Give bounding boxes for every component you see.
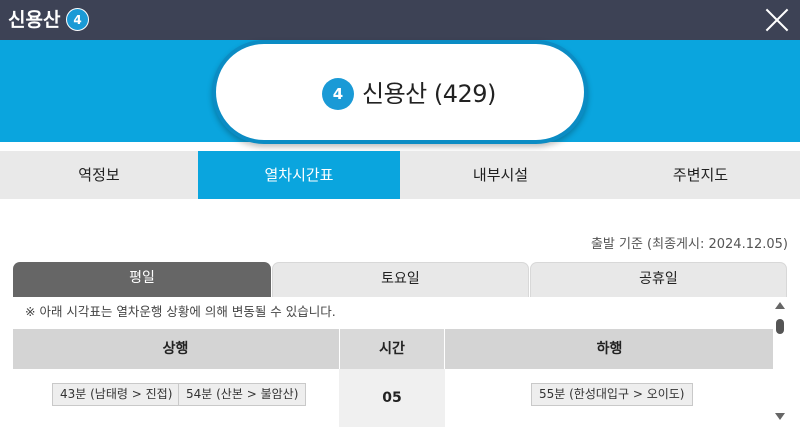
tab-saturday[interactable]: 토요일 (272, 262, 529, 297)
window-title: 신용산 (8, 9, 61, 31)
timetable-scrollbar[interactable] (773, 297, 787, 427)
station-name-pill: 4 신용산 (429) (212, 40, 588, 144)
station-header: 4 신용산 (429) (0, 40, 800, 144)
tab-nearby-map[interactable]: 주변지도 (601, 151, 800, 199)
header-down: 하행 (596, 341, 623, 357)
main-tabs: 역정보 열차시간표 내부시설 주변지도 (0, 151, 800, 199)
tab-weekday[interactable]: 평일 (13, 262, 271, 297)
departure-chip[interactable]: 54분 (산본 > 불암산) (178, 383, 307, 406)
station-name: 신용산 (429) (362, 80, 496, 108)
scroll-down-arrow-icon[interactable] (775, 413, 785, 420)
timetable-basis-text: 출발 기준 (최종게시: 2024.12.05) (590, 237, 788, 252)
departure-chip[interactable]: 55분 (한성대입구 > 오이도) (531, 383, 693, 406)
header-up: 상행 (162, 341, 189, 357)
timetable-notice: ※ 아래 시각표는 열차운행 상황에 의해 변동될 수 있습니다. (13, 297, 773, 331)
title-bar: 신용산 4 (0, 0, 800, 40)
table-row: 43분 (남태령 > 진접) 54분 (산본 > 불암산) 05 55분 (한성… (13, 369, 773, 427)
tab-timetable[interactable]: 열차시간표 (198, 151, 400, 199)
departure-chip[interactable]: 43분 (남태령 > 진접) (52, 383, 181, 406)
tab-facilities[interactable]: 내부시설 (400, 151, 601, 199)
header-hour: 시간 (339, 329, 445, 369)
scroll-up-arrow-icon[interactable] (775, 302, 785, 309)
day-tabs: 평일 토요일 공휴일 (13, 262, 787, 297)
line-number-badge: 4 (66, 8, 89, 31)
scroll-thumb[interactable] (776, 319, 784, 334)
tab-station-info[interactable]: 역정보 (0, 151, 198, 199)
hour-cell: 05 (339, 369, 445, 427)
line-number-badge-large: 4 (322, 78, 354, 110)
close-icon[interactable] (760, 3, 794, 37)
timetable-header: 상행 시간 하행 (13, 329, 773, 369)
tab-holiday[interactable]: 공휴일 (530, 262, 787, 297)
